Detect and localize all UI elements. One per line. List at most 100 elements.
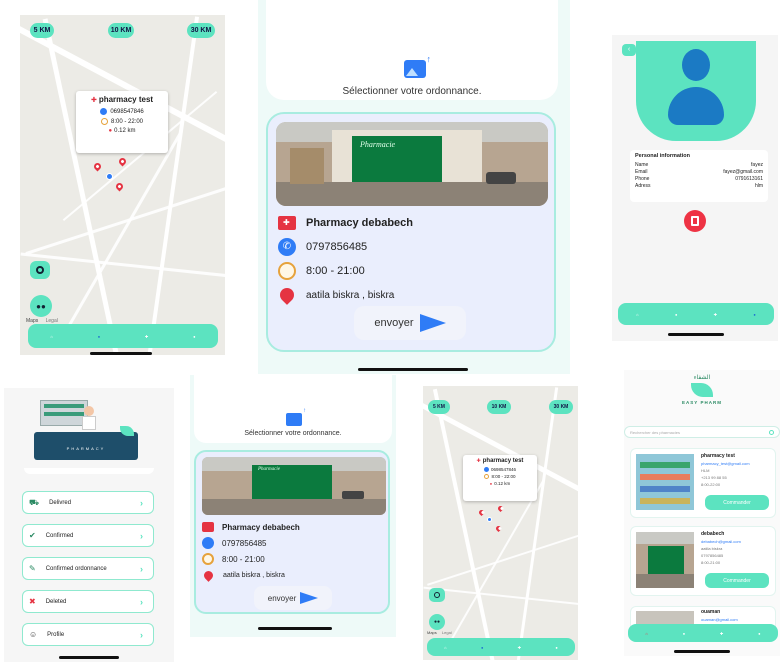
maps-attribution: Maps Legal: [427, 630, 452, 635]
send-button[interactable]: envoyer: [254, 586, 332, 610]
nav-home-icon[interactable]: ⌂: [50, 334, 52, 339]
menu-item-deleted[interactable]: ✖ Deleted ›: [22, 590, 154, 613]
map-pin-icon[interactable]: [114, 181, 125, 192]
pharmacy-layer-icon[interactable]: ●●: [429, 614, 445, 630]
nav-home-icon[interactable]: ⌂: [444, 645, 446, 650]
delivery-icon: ⛟: [29, 497, 40, 507]
upload-screen-2: ↑ Sélectionner votre ordonnance. Pharmac…: [190, 375, 396, 637]
nav-map-icon[interactable]: ●: [675, 312, 677, 317]
pharmacy-name: debabech: [701, 531, 725, 537]
order-button[interactable]: Commander: [705, 573, 769, 588]
phone-icon: [483, 467, 489, 472]
map-pin-icon[interactable]: [477, 508, 486, 517]
nav-map-icon[interactable]: ●: [683, 631, 685, 636]
pharmacy-list-screen: الشفاء EASY PHARM Rechercher des pharmac…: [624, 370, 780, 656]
personal-info-card: Personal information Name fayez Email fa…: [630, 150, 768, 202]
radius-10km-chip[interactable]: 10 KM: [487, 400, 511, 414]
deleted-icon: ✖: [29, 597, 36, 606]
nav-map-icon[interactable]: ●: [98, 334, 100, 339]
send-arrow-icon: [300, 592, 319, 604]
search-input[interactable]: Rechercher des pharmacies: [624, 426, 780, 438]
locate-icon[interactable]: [30, 261, 50, 279]
confirmed-icon: ✔: [29, 531, 36, 540]
legal-link[interactable]: Legal: [442, 630, 452, 635]
pharmacy-building-icon: ✚: [278, 216, 296, 230]
info-label: Phone: [635, 176, 650, 182]
popup-pharmacy-name: pharmacy test: [98, 95, 154, 104]
profile-icon: ☺: [29, 630, 38, 639]
menu-screen: PHARMACY ⛟ Delivred › ✔ Confirmed › ✎ Co…: [4, 388, 174, 662]
nav-home-icon[interactable]: ⌂: [645, 631, 647, 636]
nav-profile-icon[interactable]: ●: [758, 631, 760, 636]
menu-item-delivered[interactable]: ⛟ Delivred ›: [22, 491, 154, 514]
nav-profile-icon[interactable]: ●: [753, 312, 755, 317]
bottom-nav: ⌂ ● ✚ ●: [618, 303, 774, 325]
image-upload-icon[interactable]: ↑: [404, 54, 431, 78]
send-button[interactable]: envoyer: [354, 306, 466, 340]
info-label: Email: [635, 169, 648, 175]
pharmacy-name: Pharmacy debabech: [222, 522, 300, 532]
nav-profile-icon[interactable]: ●: [555, 645, 557, 650]
menu-item-profile[interactable]: ☺ Profile ›: [22, 623, 154, 646]
upload-header-card[interactable]: ↑ Sélectionner votre ordonnance.: [194, 375, 392, 443]
nav-pills-icon[interactable]: ✚: [714, 312, 717, 317]
pharmacy-phone: +213 99 88 55: [701, 475, 727, 480]
home-indicator: [59, 656, 119, 659]
pharmacy-photo: Pharmacie: [276, 122, 548, 206]
clock-icon: [202, 553, 214, 565]
nav-pills-icon[interactable]: ✚: [518, 645, 521, 650]
popup-hours: 8:00 - 22:00: [110, 118, 144, 125]
radius-30km-chip[interactable]: 30 KM: [549, 400, 573, 414]
pharmacy-layer-icon[interactable]: ●●: [30, 295, 52, 317]
info-label: Name: [635, 162, 649, 168]
pharmacy-name: pharmacy test: [701, 453, 735, 459]
pharmacy-popup[interactable]: ✚ pharmacy test 0698547846 8:00 - 22:00 …: [76, 91, 168, 153]
menu-item-label: Delivred: [49, 499, 72, 506]
home-indicator: [668, 333, 724, 336]
pharmacy-icon: ✚: [476, 458, 481, 464]
menu-item-confirmed[interactable]: ✔ Confirmed ›: [22, 524, 154, 547]
bottom-nav: ⌂ ● ✚ ●: [28, 324, 218, 348]
distance-icon: ●: [108, 128, 113, 134]
back-button[interactable]: ‹: [622, 44, 636, 56]
radius-30km-chip[interactable]: 30 KM: [187, 23, 215, 38]
nav-pills-icon[interactable]: ✚: [720, 631, 723, 636]
leaf-icon: [691, 383, 713, 397]
logout-button[interactable]: [684, 210, 706, 232]
pharmacy-popup[interactable]: ✚ pharmacy test 0698547846 8:00 - 22:00 …: [463, 455, 537, 501]
upload-header-card[interactable]: ↑ Sélectionner votre ordonnance.: [266, 0, 558, 100]
avatar: [636, 41, 756, 141]
user-location-icon: [106, 173, 113, 180]
nav-profile-icon[interactable]: ●: [193, 334, 195, 339]
nav-pills-icon[interactable]: ✚: [145, 334, 148, 339]
chevron-right-icon: ›: [140, 596, 143, 607]
order-button[interactable]: Commander: [705, 495, 769, 510]
search-placeholder: Rechercher des pharmacies: [630, 429, 681, 435]
radius-10km-chip[interactable]: 10 KM: [108, 23, 134, 38]
nav-map-icon[interactable]: ●: [481, 645, 483, 650]
menu-item-label: Deleted: [45, 598, 67, 605]
locate-icon[interactable]: [429, 588, 445, 602]
menu-item-confirmed-ordonnance[interactable]: ✎ Confirmed ordonnance ›: [22, 557, 154, 580]
image-upload-icon[interactable]: ↑: [286, 408, 306, 426]
nav-home-icon[interactable]: ⌂: [636, 312, 638, 317]
radius-5km-chip[interactable]: 5 KM: [30, 23, 54, 38]
brand-logo: الشفاء EASY PHARM: [672, 374, 732, 418]
pharmacy-list-item[interactable]: pharmacy test pharmacy_test@gmail.com HL…: [630, 448, 776, 518]
map-pin-icon[interactable]: [496, 504, 505, 513]
radius-5km-chip[interactable]: 5 KM: [428, 400, 450, 414]
phone-icon: ✆: [278, 238, 296, 256]
select-prescription-label: Sélectionner votre ordonnance.: [244, 430, 342, 437]
map-pin-icon[interactable]: [494, 524, 503, 533]
map-pin-icon[interactable]: [92, 161, 103, 172]
pharmacy-detail-card: Pharmacie Pharmacy debabech 0797856485 8…: [194, 450, 390, 614]
pharmacy-address: aatila biskra: [701, 546, 723, 551]
home-indicator: [90, 352, 152, 355]
send-arrow-icon: [419, 314, 446, 332]
user-location-icon: [487, 517, 492, 522]
popup-pharmacy-name: pharmacy test: [482, 458, 524, 464]
distance-icon: ●: [489, 481, 493, 486]
popup-phone: 0698547846: [490, 467, 517, 472]
pharmacy-list-item[interactable]: debabech debabech@gmail.com aatila biskr…: [630, 526, 776, 596]
info-value: hlm: [754, 183, 763, 189]
